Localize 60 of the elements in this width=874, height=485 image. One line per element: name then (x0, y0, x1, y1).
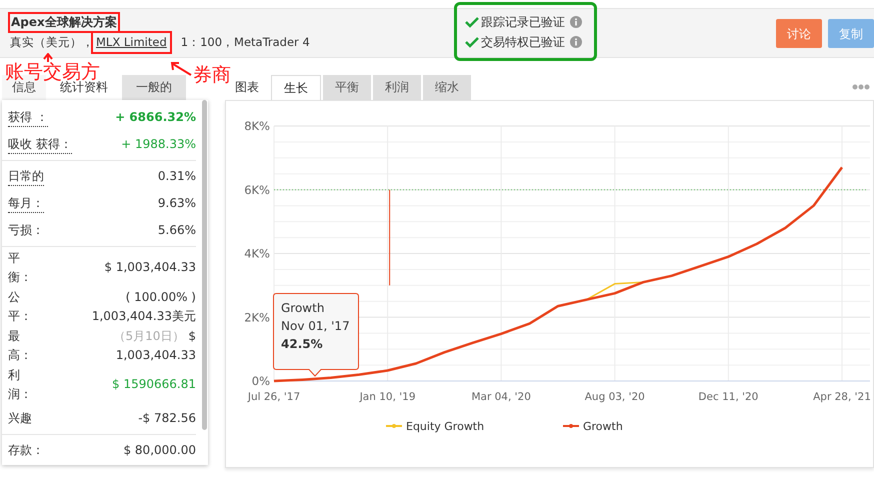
legend-label: Growth (583, 420, 623, 433)
legend-swatch (563, 424, 579, 428)
legend-label: Equity Growth (406, 420, 484, 433)
legend-swatch (386, 424, 402, 428)
tab[interactable]: 缩水 (423, 75, 471, 100)
y-axis-label: 0% (252, 374, 270, 388)
x-axis-label: Dec 11, '20 (698, 391, 758, 403)
stat-value: 5.66% (158, 222, 196, 239)
tooltip-value: 42.5% (281, 336, 324, 353)
stat-value: ( 100.00% ) (126, 289, 196, 306)
account-type: 真实（美元）， (10, 34, 94, 51)
more-icon[interactable] (852, 84, 870, 90)
stat-value: 9.63% (158, 195, 196, 212)
tab[interactable]: 平衡 (323, 75, 371, 100)
stat-label: 公平： (8, 289, 32, 325)
stat-value: 1,003,404.33美元 (92, 308, 196, 325)
info-icon[interactable] (570, 36, 582, 48)
stat-value: $ 80,000.00 (123, 442, 196, 459)
tab[interactable]: 生长 (271, 75, 321, 100)
y-axis-label: 2K% (244, 310, 270, 324)
callout-arrow (42, 53, 54, 62)
tab[interactable]: 一般的 (122, 75, 186, 100)
stat-label: 每月： (8, 194, 44, 213)
stat-label: 存款： (8, 442, 44, 459)
verification-label: 交易特权已验证 (481, 34, 565, 50)
tooltip-date: Nov 01, '17 (281, 318, 351, 335)
x-axis-label: Jan 10, '19 (360, 391, 416, 403)
stat-label: 获得 ： (8, 108, 48, 127)
x-axis-label: Aug 03, '20 (584, 391, 645, 403)
y-axis-label: 8K% (244, 119, 270, 133)
tab[interactable]: 利润 (373, 75, 421, 100)
info-icon[interactable] (570, 16, 582, 28)
stat-date: （5月10日） (113, 328, 184, 345)
callout-arrow (170, 61, 192, 77)
stat-value: -$ 782.56 (138, 410, 196, 427)
verification-label: 跟踪记录已验证 (481, 14, 565, 30)
tooltip-series: Growth (281, 300, 326, 317)
stat-value: 0.31% (158, 168, 196, 185)
stat-label: 平衡： (8, 250, 32, 286)
stat-value: + 6866.32% (115, 109, 196, 126)
stat-label: 兴趣 (8, 410, 32, 427)
y-axis-label: 6K% (244, 182, 270, 197)
stat-label: 亏损： (8, 222, 44, 239)
x-axis-label: Mar 04, '20 (471, 391, 531, 403)
stat-label: 利润： (8, 367, 32, 403)
account-details: 1：100，MetaTrader 4 (180, 34, 310, 51)
stat-label: 吸收 获得： (8, 135, 72, 154)
stat-label: 日常的 (8, 167, 44, 186)
x-axis-label: Jul 26, '17 (248, 391, 300, 403)
stat-value: $ 1,003,404.33 (104, 259, 196, 276)
stat-label: 最高： (8, 328, 32, 364)
stat-value: $ 1590666.81 (112, 376, 196, 393)
x-axis-label: Apr 28, '21 (813, 391, 871, 403)
stat-value: + 1988.33% (121, 136, 196, 153)
scrollbar[interactable] (202, 100, 207, 430)
stat-value: 1,003,404.33 (116, 347, 196, 364)
currency-sign: $ (188, 328, 196, 345)
account-title: Apex全球解决方案 (10, 14, 118, 31)
y-axis-label: 4K% (244, 246, 270, 260)
broker-link[interactable]: MLX Limited (94, 34, 169, 51)
